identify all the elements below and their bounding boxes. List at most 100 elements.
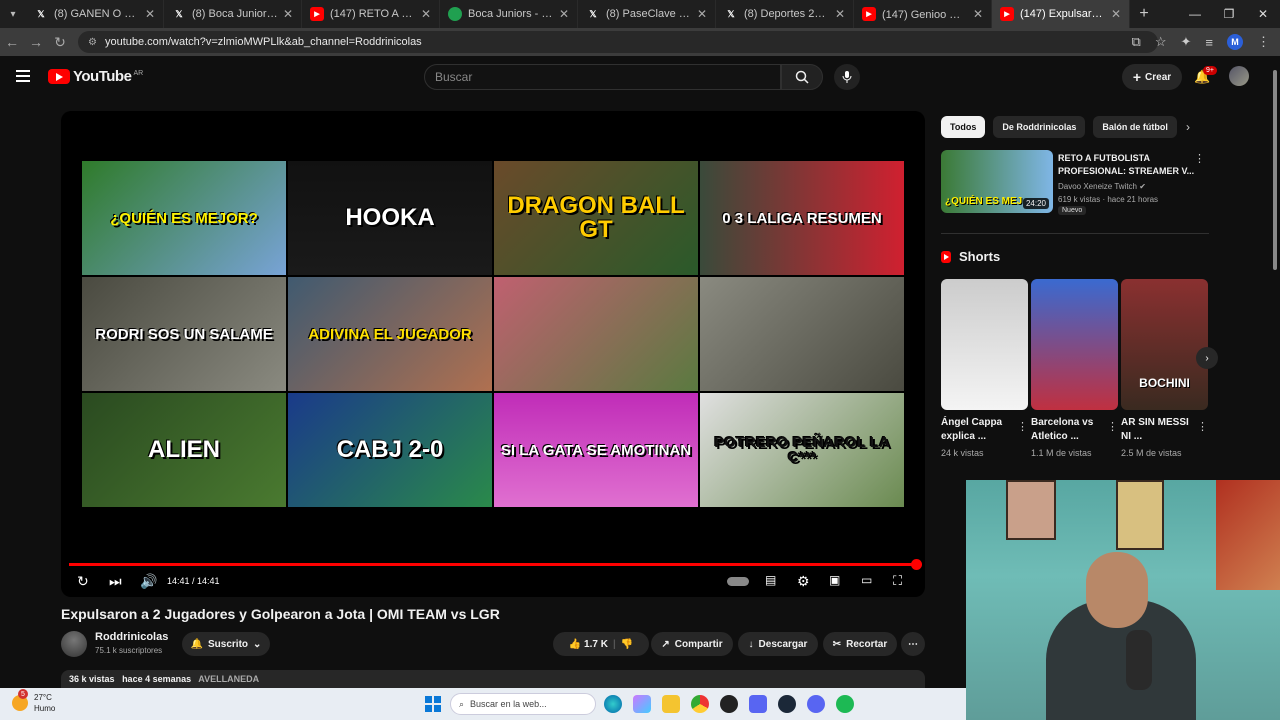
endscreen-video-card[interactable]: ¿QUIÉN ES MEJOR? [82, 161, 286, 275]
browser-menu-icon[interactable]: ⋮ [1257, 34, 1270, 50]
volume-icon[interactable]: 🔊 [140, 573, 157, 590]
browser-tab[interactable]: 𝕏 (8) Deportes 24 - Argentin ✕ [716, 0, 854, 28]
restore-icon[interactable]: ❐ [1212, 0, 1246, 28]
short-card[interactable]: Ángel Cappa explica ... ⋮ 24 k vistas [941, 279, 1028, 464]
short-title[interactable]: AR SIN MESSI NI ... [1121, 416, 1191, 444]
filter-chip[interactable]: De Roddrinicolas [993, 116, 1086, 138]
site-info-icon[interactable]: ⚙ [88, 37, 97, 48]
more-options-icon[interactable]: ⋮ [1017, 420, 1028, 433]
miniplayer-icon[interactable]: ▣ [829, 573, 840, 587]
endscreen-video-card[interactable]: POTRERO PEÑAROL LA C*** [700, 393, 904, 507]
more-actions-button[interactable]: ⋯ [901, 632, 925, 656]
teams-icon[interactable] [749, 695, 767, 713]
short-thumbnail[interactable] [1031, 279, 1118, 410]
create-button[interactable]: + Crear [1122, 64, 1182, 90]
search-input[interactable]: Buscar [424, 64, 781, 90]
shorts-next-button[interactable]: › [1196, 347, 1218, 369]
voice-search-button[interactable] [834, 64, 860, 90]
back-icon[interactable]: ← [0, 34, 24, 50]
filter-chip[interactable]: Todos [941, 116, 986, 138]
browser-tab[interactable]: Boca Juniors - Fixture, Titu ✕ [440, 0, 578, 28]
share-button[interactable]: ↗ Compartir [651, 632, 733, 656]
endscreen-video-card[interactable]: SI LA GATA SE AMOTINAN [494, 393, 698, 507]
taskbar-search[interactable]: ⌕ Buscar en la web... [450, 693, 596, 715]
filter-chip[interactable]: Balón de fútbol [1093, 116, 1177, 138]
browser-tab[interactable]: ▶ (147) RETO A FUTBOLISTA ✕ [302, 0, 440, 28]
dislike-icon[interactable]: 👎 [621, 639, 633, 650]
close-window-icon[interactable]: ✕ [1246, 0, 1280, 28]
short-card[interactable]: BOCHINI AR SIN MESSI NI ... ⋮ 2.5 M de v… [1121, 279, 1208, 464]
scrollbar-thumb[interactable] [1273, 70, 1277, 270]
autoplay-toggle[interactable] [727, 577, 749, 586]
url-bar[interactable]: ⚙ youtube.com/watch?v=zlmioMWPLlk&ab_cha… [78, 31, 1158, 53]
clip-button[interactable]: ✂ Recortar [823, 632, 897, 656]
chrome-icon[interactable] [691, 695, 709, 713]
menu-hamburger-icon[interactable] [16, 70, 30, 82]
progress-bar[interactable] [69, 559, 922, 570]
windows-start-icon[interactable] [425, 696, 441, 712]
close-tab-icon[interactable]: ✕ [697, 7, 707, 21]
more-options-icon[interactable]: ⋮ [1197, 420, 1208, 433]
forward-icon[interactable]: → [24, 34, 48, 50]
channel-avatar[interactable] [61, 631, 87, 657]
theater-mode-icon[interactable]: ▭ [861, 573, 872, 587]
rec-title[interactable]: RETO A FUTBOLISTA PROFESIONAL: STREAMER … [1058, 152, 1198, 178]
close-tab-icon[interactable]: ✕ [559, 7, 569, 21]
next-video-icon[interactable]: ⏭ [109, 573, 122, 590]
rec-thumbnail[interactable]: ¿QUIÉN ES MEJ 24:20 [941, 150, 1053, 213]
subscribed-button[interactable]: 🔔 Suscrito ⌄ [182, 632, 270, 656]
browser-tab[interactable]: 𝕏 (8) PaseClave en X: "Ya e ✕ [578, 0, 716, 28]
spotify-icon[interactable] [836, 695, 854, 713]
browser-tab[interactable]: ▶ (147) Expulsaron a 2 Juga ✕ [992, 0, 1130, 28]
endscreen-video-card[interactable]: CABJ 2-0 [288, 393, 492, 507]
close-tab-icon[interactable]: ✕ [145, 7, 155, 21]
replay-icon[interactable]: ↻ [77, 573, 89, 590]
short-thumbnail[interactable] [941, 279, 1028, 410]
browser-tab[interactable]: 𝕏 (8) GANEN O LOS MATAN ✕ [26, 0, 164, 28]
endscreen-video-card[interactable] [494, 277, 698, 391]
browser-tab[interactable]: 𝕏 (8) Boca Juniors - La12Tu ✕ [164, 0, 302, 28]
endscreen-video-card[interactable]: HOOKA [288, 161, 492, 275]
profile-avatar[interactable]: M [1227, 34, 1243, 50]
short-card[interactable]: Barcelona vs Atletico ... ⋮ 1.1 M de vis… [1031, 279, 1118, 464]
endscreen-video-card[interactable] [700, 277, 904, 391]
bookmark-star-icon[interactable]: ☆ [1155, 34, 1167, 50]
download-button[interactable]: ↓ Descargar [738, 632, 818, 656]
edge-icon[interactable] [604, 695, 622, 713]
endscreen-video-card[interactable]: ADIVINA EL JUGADOR [288, 277, 492, 391]
chips-next-icon[interactable]: › [1186, 120, 1190, 134]
fullscreen-icon[interactable]: ⛶ [893, 573, 902, 589]
close-tab-icon[interactable]: ✕ [421, 7, 431, 21]
extensions-icon[interactable]: ✦ [1181, 34, 1192, 50]
rec-channel[interactable]: Davoo Xeneize Twitch [1058, 182, 1137, 191]
new-tab-button[interactable]: + [1130, 5, 1158, 23]
account-avatar[interactable] [1229, 66, 1249, 86]
youtube-logo[interactable]: YouTube AR [48, 68, 143, 85]
short-title[interactable]: Ángel Cappa explica ... [941, 416, 1011, 444]
endscreen-video-card[interactable]: ALIEN [82, 393, 286, 507]
endscreen-video-card[interactable]: DRAGON BALL GT [494, 161, 698, 275]
short-thumbnail[interactable]: BOCHINI [1121, 279, 1208, 410]
more-options-icon[interactable]: ⋮ [1107, 420, 1118, 433]
reload-icon[interactable]: ↻ [48, 34, 72, 51]
copilot-icon[interactable] [633, 695, 651, 713]
github-icon[interactable] [720, 695, 738, 713]
location-tag[interactable]: AVELLANEDA [198, 674, 259, 684]
more-options-icon[interactable]: ⋮ [1194, 152, 1205, 165]
weather-widget[interactable]: 5 27°C Humo [12, 689, 55, 714]
close-tab-icon[interactable]: ✕ [283, 7, 293, 21]
channel-name[interactable]: Roddrinicolas [95, 631, 168, 643]
settings-gear-icon[interactable]: ⚙ [797, 573, 810, 590]
close-tab-icon[interactable]: ✕ [835, 7, 845, 21]
short-title[interactable]: Barcelona vs Atletico ... [1031, 416, 1101, 444]
close-tab-icon[interactable]: ✕ [1111, 7, 1121, 21]
video-player[interactable]: ¿QUIÉN ES MEJOR? HOOKA DRAGON BALL GT 0 3 L… [61, 111, 925, 597]
tab-search-dropdown[interactable]: ▾ [0, 0, 26, 28]
browser-tab[interactable]: ▶ (147) Genioo 👏#lacobra ✕ [854, 0, 992, 28]
install-app-icon[interactable]: ⧉ [1132, 34, 1141, 50]
endscreen-video-card[interactable]: RODRI SOS UN SALAME [82, 277, 286, 391]
close-tab-icon[interactable]: ✕ [973, 7, 983, 21]
discord-icon[interactable] [807, 695, 825, 713]
file-explorer-icon[interactable] [662, 695, 680, 713]
steam-icon[interactable] [778, 695, 796, 713]
